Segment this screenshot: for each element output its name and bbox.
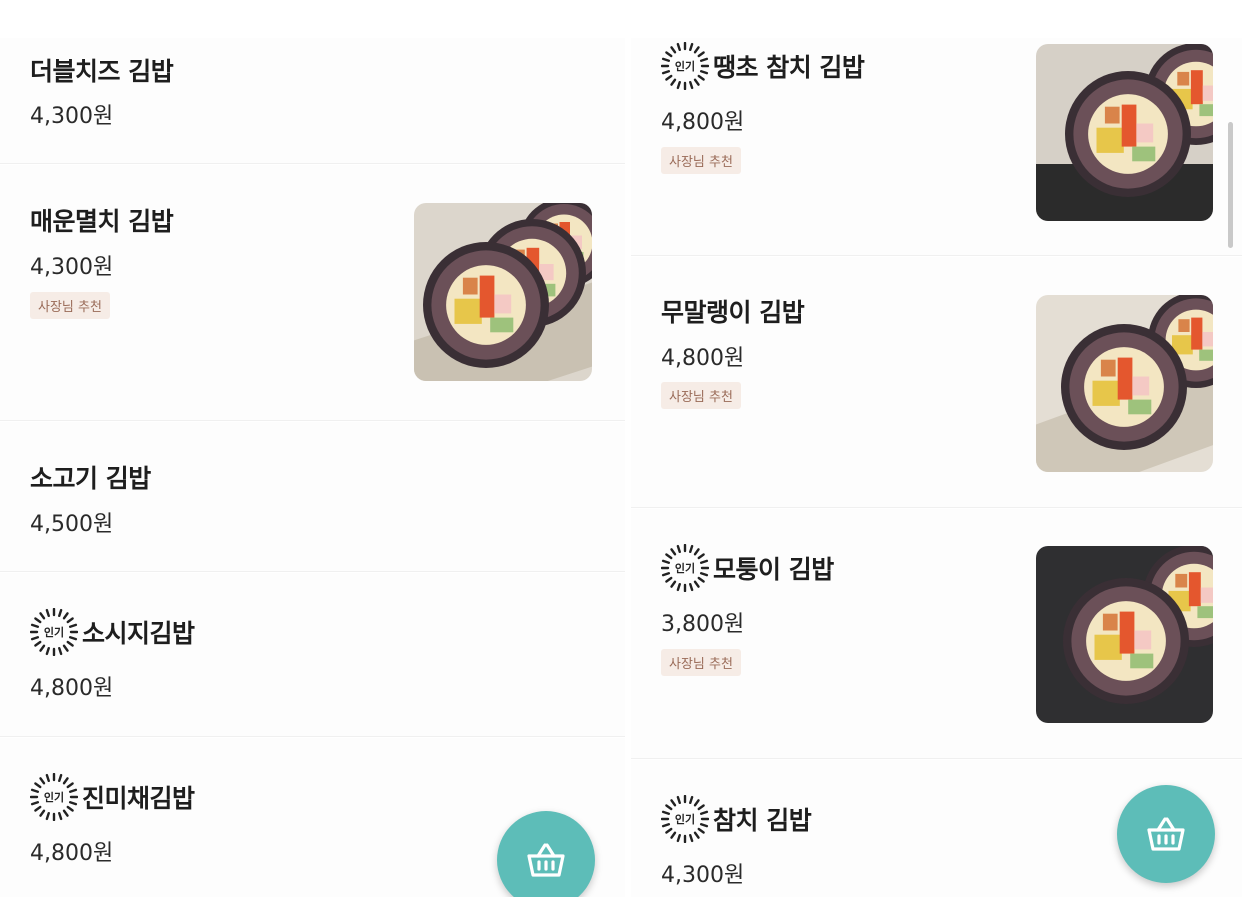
- menu-list-left[interactable]: 더블치즈 김밥 4,300원 매운멸치 김밥 4,300원 사장님 추천 소고기…: [0, 0, 625, 897]
- menu-item-price: 4,800원: [661, 346, 745, 371]
- menu-item[interactable]: 소고기 김밥 4,500원: [0, 422, 625, 572]
- menu-item-price: 4,300원: [30, 255, 114, 280]
- menu-item[interactable]: 더블치즈 김밥 4,300원: [0, 38, 625, 164]
- shopping-basket-icon: [527, 843, 565, 877]
- menu-item-price: 4,300원: [30, 104, 114, 129]
- menu-item-price: 4,500원: [30, 512, 114, 537]
- menu-item-price: 4,300원: [661, 863, 745, 888]
- menu-item-name: 소시지김밥: [82, 619, 195, 648]
- top-band: [0, 0, 625, 38]
- menu-item-price: 4,800원: [30, 676, 114, 701]
- menu-item[interactable]: 인기 소시지김밥 4,800원: [0, 573, 625, 737]
- top-band: [631, 0, 1242, 38]
- popular-badge-icon: 인기: [661, 544, 709, 592]
- menu-item-name: 진미채김밥: [82, 784, 195, 813]
- menu-item-name: 소고기 김밥: [30, 464, 151, 493]
- recommend-tag: 사장님 추천: [661, 147, 741, 174]
- cart-button[interactable]: [1117, 785, 1215, 883]
- scrollbar-thumb[interactable]: [1228, 122, 1233, 248]
- menu-item-name: 모퉁이 김밥: [713, 555, 834, 584]
- menu-item-price: 3,800원: [661, 612, 745, 637]
- menu-item-price: 4,800원: [30, 841, 114, 866]
- menu-item-photo: [1036, 44, 1213, 221]
- menu-item[interactable]: 매운멸치 김밥 4,300원 사장님 추천: [0, 165, 625, 421]
- recommend-tag: 사장님 추천: [661, 649, 741, 676]
- popular-badge-icon: 인기: [661, 42, 709, 90]
- popular-badge-icon: 인기: [661, 795, 709, 843]
- menu-item-name: 더블치즈 김밥: [30, 57, 174, 86]
- menu-list-right[interactable]: 인기 땡초 참치 김밥 4,800원 사장님 추천 무말랭이 김밥 4,800원…: [631, 0, 1242, 897]
- menu-item-photo: [1036, 546, 1213, 723]
- popular-badge-icon: 인기: [30, 608, 78, 656]
- menu-item-photo: [1036, 295, 1213, 472]
- menu-item[interactable]: 무말랭이 김밥 4,800원 사장님 추천: [631, 257, 1242, 508]
- menu-item-name: 참치 김밥: [713, 806, 812, 835]
- recommend-tag: 사장님 추천: [30, 292, 110, 319]
- popular-badge-icon: 인기: [30, 773, 78, 821]
- menu-item-name: 매운멸치 김밥: [30, 207, 174, 236]
- menu-item-price: 4,800원: [661, 110, 745, 135]
- menu-item-name: 무말랭이 김밥: [661, 298, 805, 327]
- recommend-tag: 사장님 추천: [661, 382, 741, 409]
- menu-item[interactable]: 인기 땡초 참치 김밥 4,800원 사장님 추천: [631, 38, 1242, 256]
- menu-item-name: 땡초 참치 김밥: [713, 53, 865, 82]
- shopping-basket-icon: [1147, 817, 1185, 851]
- menu-item-photo: [414, 203, 592, 381]
- menu-item[interactable]: 인기 모퉁이 김밥 3,800원 사장님 추천: [631, 509, 1242, 759]
